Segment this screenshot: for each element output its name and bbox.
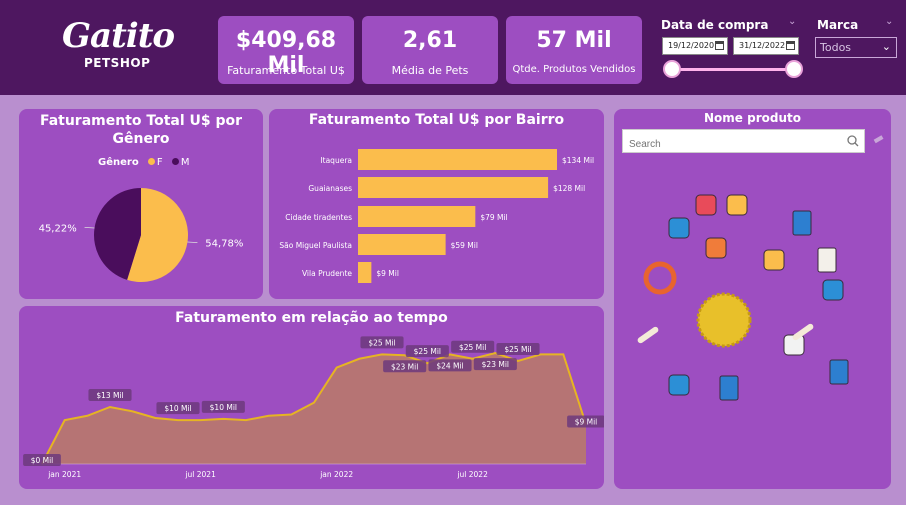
date-filter-chevron-icon[interactable]: ⌄ (788, 16, 796, 27)
pet-tag-icon[interactable] (763, 249, 785, 271)
gender-pie-chart: 54,78% 45,22% (39, 188, 243, 282)
data-label: $23 Mil (482, 360, 509, 369)
bag-shape (792, 210, 812, 236)
product-shape (705, 237, 727, 259)
search-icon[interactable] (846, 134, 860, 148)
kpi-avg-pets-value: 2,61 (402, 28, 458, 53)
date-range-slider-track[interactable] (672, 68, 794, 71)
data-label: $10 Mil (164, 404, 191, 413)
bar-category-label: Itaquera (320, 156, 352, 165)
chevron-down-icon: ⌄ (881, 40, 891, 53)
x-tick-label: jan 2022 (319, 470, 353, 479)
bag-shape (829, 359, 849, 385)
bar-4 (358, 262, 372, 283)
bar-1 (358, 177, 549, 198)
bar-category-label: São Miguel Paulista (279, 241, 352, 250)
date-slider-end-handle[interactable] (785, 60, 803, 78)
dog-food-bag-icon[interactable] (817, 247, 837, 273)
bar-category-label: Guaianases (308, 184, 352, 193)
data-label: $9 Mil (575, 418, 598, 427)
cat-food-icon[interactable] (719, 375, 739, 401)
bar-2 (358, 206, 476, 227)
kpi-card-avg-pets: 2,61 Média de Pets (362, 16, 498, 84)
pie-leader-line (84, 226, 95, 229)
product-search-input[interactable] (622, 129, 865, 153)
kpi-card-revenue: $409,68 Mil Faturamento Total U$ (218, 16, 354, 84)
dog-bowl-icon[interactable] (822, 279, 844, 301)
collar-shape (643, 261, 677, 295)
bar-value-label: $9 Mil (376, 269, 399, 278)
bone-shape (637, 326, 659, 344)
kpi-products-value: 57 Mil (536, 28, 612, 53)
bar-value-label: $79 Mil (480, 213, 507, 222)
x-tick-label: jul 2021 (184, 470, 216, 479)
time-series-area-chart: jan 2021 jul 2021 jan 2022 jul 2022 $0 Mil $1… (23, 336, 604, 479)
product-name-title: Nome produto (704, 111, 801, 125)
neighborhood-bar-chart: Itaquera $134 Mil Guaianases $128 Mil Cidade… (279, 149, 594, 283)
dog-leash-icon[interactable] (705, 237, 727, 259)
bar-value-label: $59 Mil (451, 241, 478, 250)
end-date-value: 31/12/2022 (739, 41, 786, 50)
product-shape (668, 217, 690, 239)
product-shape (668, 374, 690, 396)
bag-shape (719, 375, 739, 401)
data-label: $25 Mil (504, 345, 531, 354)
logo-subtitle: PETSHOP (84, 56, 151, 70)
dog-food-bag-icon[interactable] (792, 210, 812, 236)
bar-0 (358, 149, 557, 170)
pie-label-f: 54,78% (205, 239, 243, 250)
brand-dropdown-value: Todos (820, 41, 852, 54)
data-label: $25 Mil (414, 347, 441, 356)
spiky-ball-shape (696, 292, 752, 348)
data-label: $25 Mil (459, 343, 486, 352)
spiky-ball-icon[interactable] (696, 292, 752, 348)
start-date-input[interactable]: 19/12/2020 (662, 37, 728, 55)
bar-category-label: Vila Prudente (302, 269, 352, 278)
x-tick-label: jul 2022 (456, 470, 488, 479)
end-date-input[interactable]: 31/12/2022 (733, 37, 799, 55)
calendar-icon[interactable] (715, 41, 724, 50)
product-shape (763, 249, 785, 271)
bag-shape (817, 247, 837, 273)
kpi-card-products-sold: 57 Mil Qtde. Produtos Vendidos (506, 16, 642, 84)
brand-filter-label: Marca (817, 18, 859, 32)
dog-shirt-icon[interactable] (726, 194, 748, 216)
kpi-products-label: Qtde. Produtos Vendidos (512, 64, 636, 75)
bar-3 (358, 234, 446, 255)
x-tick-label: jan 2021 (47, 470, 81, 479)
date-filter-label: Data de compra (661, 18, 769, 32)
calendar-icon[interactable] (786, 41, 795, 50)
cat-food-can-icon[interactable] (829, 359, 849, 385)
dog-collar-icon[interactable] (643, 261, 677, 295)
pie-label-m: 45,22% (39, 223, 77, 234)
kpi-avg-pets-label: Média de Pets (391, 64, 469, 77)
pie-leader-line (187, 241, 198, 244)
data-label: $13 Mil (96, 391, 123, 400)
product-icon-grid (636, 194, 849, 401)
data-label: $0 Mil (31, 456, 54, 465)
brand-filter-chevron-icon[interactable]: ⌄ (885, 16, 893, 27)
product-shape (726, 194, 748, 216)
kpi-revenue-label: Faturamento Total U$ (227, 64, 345, 77)
data-label: $10 Mil (210, 403, 237, 412)
bone-icon[interactable] (636, 326, 659, 345)
date-slider-start-handle[interactable] (663, 60, 681, 78)
bar-value-label: $134 Mil (562, 156, 594, 165)
bar-value-label: $128 Mil (553, 184, 585, 193)
bar-category-label: Cidade tiradentes (285, 213, 352, 222)
data-label: $24 Mil (436, 361, 463, 370)
product-shape (695, 194, 717, 216)
data-label: $23 Mil (391, 362, 418, 371)
brand-dropdown[interactable]: Todos ⌄ (815, 37, 897, 58)
product-shape (822, 279, 844, 301)
dog-shirt-icon[interactable] (695, 194, 717, 216)
cat-toy-icon[interactable] (668, 217, 690, 239)
gatito-logo: Gatito PETSHOP (58, 16, 175, 82)
dog-treats-icon[interactable] (668, 374, 690, 396)
data-label: $25 Mil (368, 338, 395, 347)
logo-wordmark: Gatito (62, 16, 175, 56)
eraser-icon[interactable] (873, 134, 885, 144)
start-date-value: 19/12/2020 (668, 41, 715, 50)
